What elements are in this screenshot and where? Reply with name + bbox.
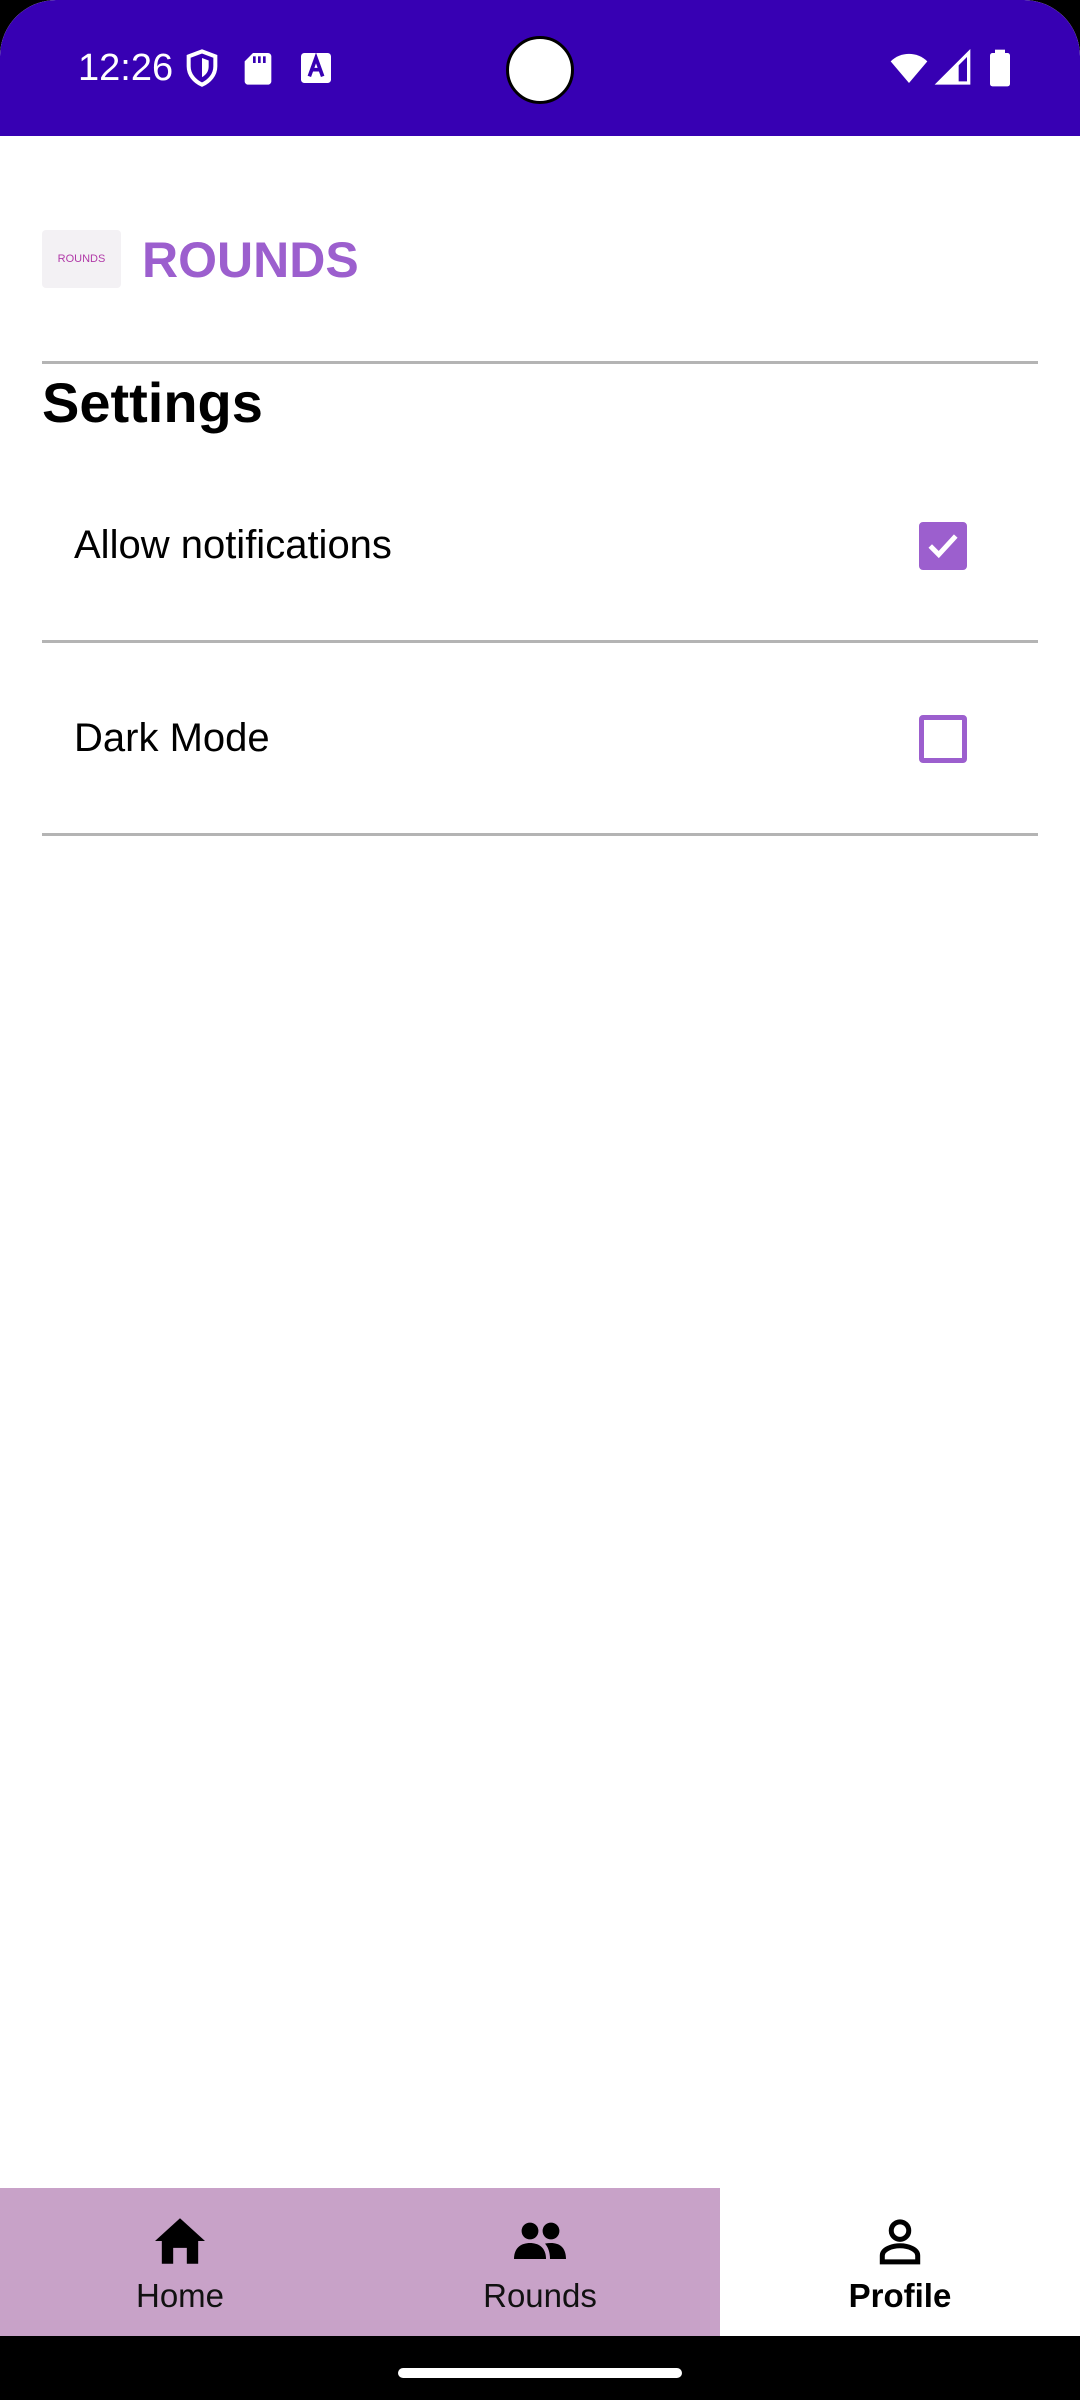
sd-card-icon	[244, 53, 272, 85]
home-gesture-handle[interactable]	[398, 2368, 682, 2378]
nav-item-home[interactable]: Home	[0, 2188, 360, 2336]
brand-logo: ROUNDS	[42, 230, 121, 288]
bottom-navigation: Home Rounds Profile	[0, 2188, 1080, 2336]
setting-dark-mode[interactable]: Dark Mode	[42, 643, 1038, 833]
header-divider	[42, 361, 1038, 364]
status-time: 12:26	[78, 47, 174, 89]
signal-icon	[934, 48, 971, 85]
battery-icon	[990, 49, 1010, 87]
nav-label-home: Home	[135, 2277, 225, 2314]
nav-label-rounds: Rounds	[483, 2277, 597, 2314]
person-icon	[879, 2219, 921, 2265]
app-screen: 12:26 ROUNDS ROUNDS Settings Allow notif…	[0, 0, 1080, 2400]
home-icon	[155, 2218, 205, 2264]
setting-label: Allow notifications	[74, 523, 392, 567]
text-a-icon	[301, 52, 331, 83]
app-title: ROUNDS	[142, 232, 359, 288]
status-bar: 12:26	[0, 0, 1080, 136]
front-camera	[506, 36, 574, 104]
setting-allow-notifications[interactable]: Allow notifications	[42, 450, 1038, 640]
shield-icon	[186, 49, 218, 87]
nav-item-profile[interactable]: Profile	[720, 2188, 1080, 2336]
allow-notifications-checkbox[interactable]	[919, 522, 967, 570]
system-gesture-area	[0, 2336, 1080, 2400]
group-icon	[514, 2222, 566, 2259]
nav-item-rounds[interactable]: Rounds	[360, 2188, 720, 2336]
page-title: Settings	[42, 371, 263, 434]
nav-label-profile: Profile	[848, 2277, 952, 2314]
setting-label: Dark Mode	[74, 716, 270, 760]
check-icon	[928, 534, 958, 559]
brand-logo-text: ROUNDS	[57, 253, 106, 265]
wifi-icon	[890, 53, 928, 83]
row-divider	[42, 833, 1038, 836]
dark-mode-checkbox[interactable]	[919, 715, 967, 763]
